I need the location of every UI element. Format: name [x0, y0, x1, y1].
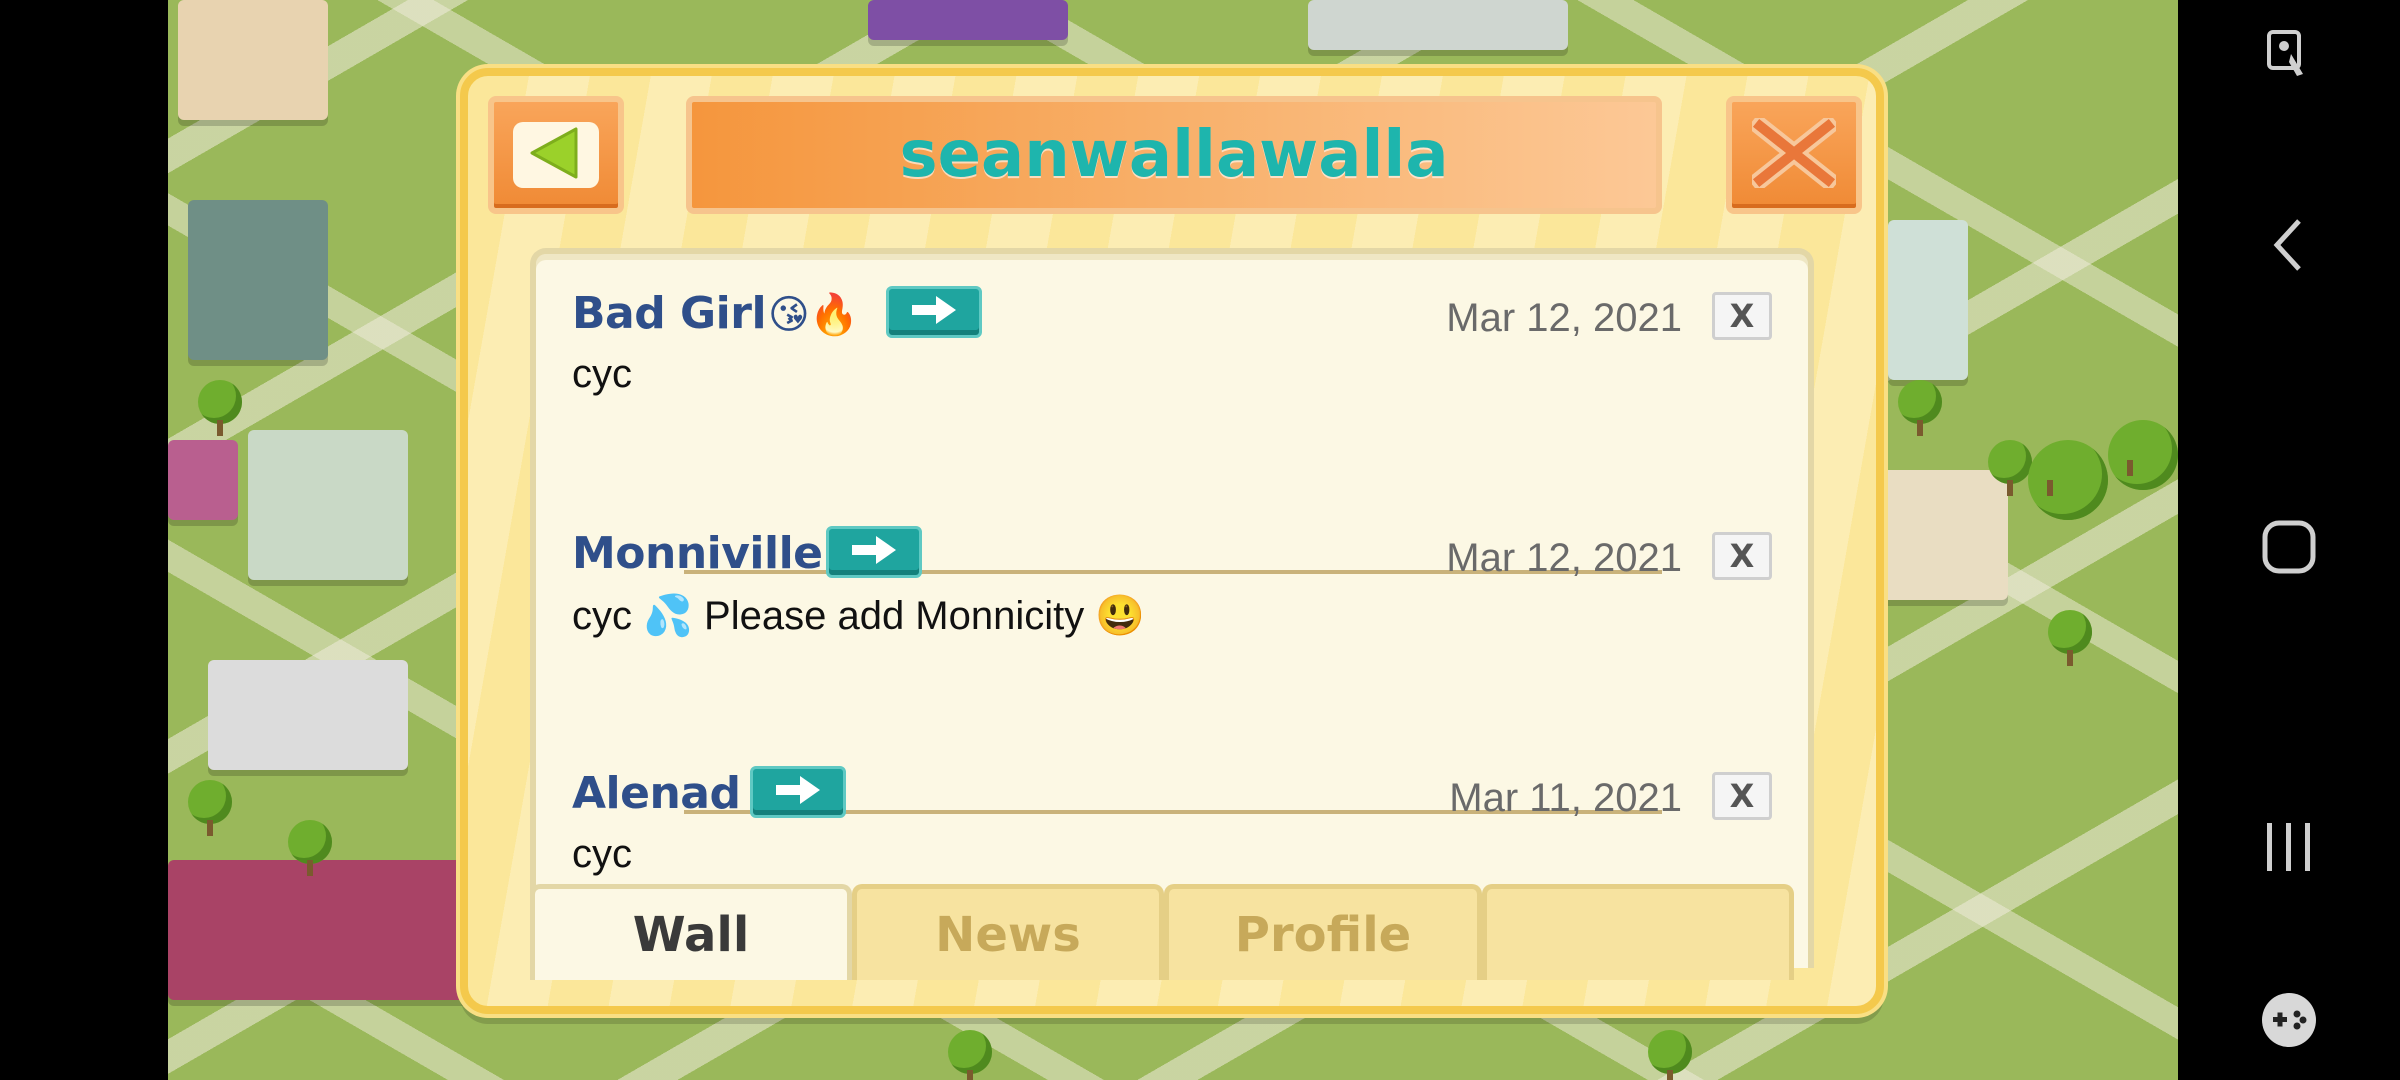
- back-button[interactable]: [488, 96, 624, 214]
- close-button[interactable]: [1726, 96, 1862, 214]
- x-delete-icon: X: [1729, 537, 1755, 575]
- close-button-face: [1736, 107, 1852, 203]
- building: [1888, 220, 1968, 380]
- visit-city-button[interactable]: [750, 766, 846, 818]
- delete-post-button[interactable]: X: [1712, 772, 1772, 820]
- popup-title: seanwallawalla: [899, 118, 1449, 192]
- post-author-name: Alenad: [572, 768, 741, 819]
- visit-city-button[interactable]: [826, 526, 922, 578]
- x-delete-icon: X: [1729, 297, 1755, 335]
- tree: [1988, 440, 2032, 496]
- post-author[interactable]: Monniville: [572, 528, 825, 579]
- home-icon[interactable]: [2178, 512, 2400, 582]
- tree: [198, 380, 242, 436]
- recents-icon[interactable]: [2178, 812, 2400, 882]
- post-message: cyc: [572, 832, 632, 876]
- building: [188, 200, 328, 360]
- post-author-emoji: 😘🔥: [768, 292, 859, 338]
- tree: [1648, 1030, 1692, 1080]
- tree: [2028, 440, 2108, 520]
- x-delete-icon: X: [1729, 777, 1755, 815]
- building: [168, 860, 468, 1000]
- post-date: Mar 12, 2021: [1446, 296, 1682, 340]
- tree: [2048, 610, 2092, 666]
- x-close-icon: [1747, 113, 1841, 193]
- building: [208, 660, 408, 770]
- post-message: cyc: [572, 352, 632, 396]
- building: [1308, 0, 1568, 50]
- arrow-right-icon: [848, 533, 900, 571]
- tree: [288, 820, 332, 876]
- title-bar: seanwallawalla: [686, 96, 1662, 214]
- wall-post: Monniville Mar 12, 2021 X cyc 💦 Please a…: [536, 494, 1808, 734]
- player-wall-popup: seanwallawalla Bad Girl😘🔥 Mar 12, 2021 X…: [460, 68, 1884, 1014]
- post-author-name: Bad Girl: [572, 288, 767, 339]
- tab-empty: [1482, 884, 1794, 980]
- tree: [948, 1030, 992, 1080]
- tab-profile[interactable]: Profile: [1164, 884, 1482, 980]
- tab-wall[interactable]: Wall: [530, 884, 852, 980]
- tab-news[interactable]: News: [852, 884, 1164, 980]
- wall-tabs: Wall News Profile: [530, 884, 1814, 980]
- accessibility-icon[interactable]: [2178, 24, 2400, 84]
- arrow-right-icon: [772, 773, 824, 811]
- post-author[interactable]: Alenad: [572, 768, 743, 819]
- post-date: Mar 11, 2021: [1449, 776, 1682, 820]
- tree: [1898, 380, 1942, 436]
- tree: [2108, 420, 2178, 490]
- back-icon[interactable]: [2178, 210, 2400, 280]
- building: [868, 0, 1068, 40]
- building: [168, 440, 238, 520]
- building: [248, 430, 408, 580]
- system-navigation-bar: [2178, 0, 2400, 1080]
- post-message: cyc 💦 Please add Monnicity 😃: [572, 594, 1146, 638]
- back-button-face: [513, 122, 599, 188]
- delete-post-button[interactable]: X: [1712, 532, 1772, 580]
- wall-post-list[interactable]: Bad Girl😘🔥 Mar 12, 2021 X cyc Monniville: [530, 248, 1814, 968]
- post-date: Mar 12, 2021: [1446, 536, 1682, 580]
- post-author-name: Monniville: [572, 528, 823, 579]
- delete-post-button[interactable]: X: [1712, 292, 1772, 340]
- game-tools-icon[interactable]: [2178, 990, 2400, 1050]
- visit-city-button[interactable]: [886, 286, 982, 338]
- wall-post: Bad Girl😘🔥 Mar 12, 2021 X cyc: [536, 254, 1808, 494]
- tree: [188, 780, 232, 836]
- arrow-right-icon: [908, 293, 960, 331]
- post-author[interactable]: Bad Girl😘🔥: [572, 288, 859, 339]
- triangle-left-icon: [526, 123, 586, 187]
- building: [178, 0, 328, 120]
